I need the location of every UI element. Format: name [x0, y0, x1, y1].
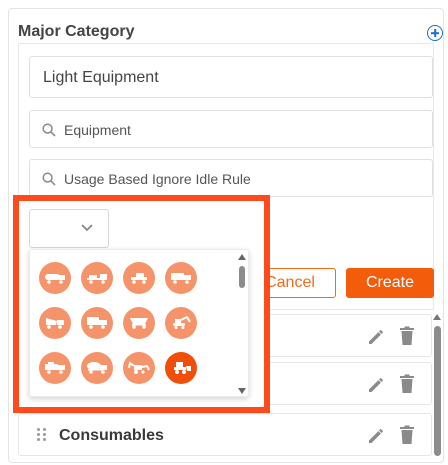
icon-select-dropdown[interactable]	[29, 209, 109, 248]
excavator-icon[interactable]	[165, 307, 197, 339]
pencil-icon[interactable]	[367, 374, 387, 394]
idle-rule-select[interactable]: Usage Based Ignore Idle Rule	[29, 159, 433, 197]
trash-icon[interactable]	[399, 326, 415, 346]
icon-grid	[39, 262, 209, 384]
idle-rule-value: Usage Based Ignore Idle Rule	[64, 171, 251, 187]
panel-heading: Major Category	[18, 23, 135, 40]
icon-picker-popup	[29, 249, 249, 397]
scroll-up-arrow-icon[interactable]	[238, 254, 246, 260]
truck-tanker-icon[interactable]	[39, 262, 71, 294]
truck-tractor-icon[interactable]	[123, 262, 155, 294]
list-item[interactable]: Consumables	[18, 413, 432, 456]
pencil-icon[interactable]	[367, 326, 387, 346]
truck-service-icon[interactable]	[39, 352, 71, 384]
truck-dump-icon[interactable]	[39, 307, 71, 339]
trash-icon[interactable]	[399, 425, 415, 445]
backhoe-icon[interactable]	[123, 352, 155, 384]
truck-cargo-icon[interactable]	[81, 307, 113, 339]
scroll-up-arrow-icon[interactable]	[433, 314, 441, 320]
truck-box-icon[interactable]	[165, 262, 197, 294]
list-item-label: Consumables	[59, 427, 164, 444]
icon-picker-scrollbar[interactable]	[238, 254, 248, 394]
category-name-value: Light Equipment	[43, 69, 159, 86]
list-scrollbar[interactable]	[432, 314, 442, 462]
create-button[interactable]: Create	[346, 268, 434, 298]
category-name-field[interactable]: Light Equipment	[29, 56, 433, 98]
scrollbar-thumb[interactable]	[239, 266, 245, 288]
truck-hopper-icon[interactable]	[123, 307, 155, 339]
chevron-down-icon	[81, 224, 93, 232]
scrollbar-thumb[interactable]	[434, 326, 441, 456]
equipment-type-select[interactable]: Equipment	[29, 110, 433, 148]
truck-mixer-icon[interactable]	[81, 352, 113, 384]
truck-flatbed-icon[interactable]	[81, 262, 113, 294]
search-icon	[42, 123, 56, 137]
pencil-icon[interactable]	[367, 425, 387, 445]
trash-icon[interactable]	[399, 374, 415, 394]
loader-icon[interactable]	[165, 352, 197, 384]
add-category-button[interactable]	[427, 25, 443, 41]
equipment-type-value: Equipment	[64, 122, 131, 138]
search-icon	[42, 172, 56, 186]
scroll-down-arrow-icon[interactable]	[238, 388, 246, 394]
drag-handle-icon[interactable]	[37, 428, 47, 442]
